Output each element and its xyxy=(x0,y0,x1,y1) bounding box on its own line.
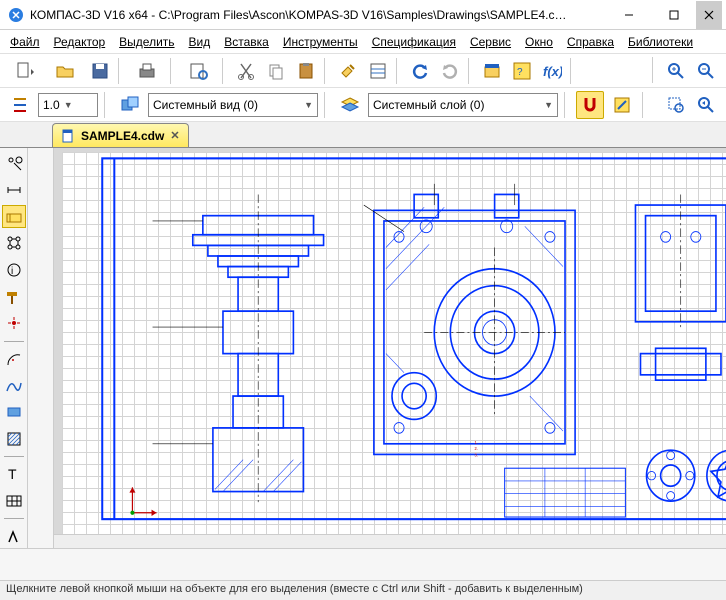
menu-select[interactable]: Выделить xyxy=(119,35,174,49)
print-button[interactable] xyxy=(128,57,166,85)
tool-text[interactable]: T xyxy=(2,463,26,486)
tool-hammer[interactable] xyxy=(2,285,26,308)
zoom-prev-button[interactable] xyxy=(692,91,720,119)
compact-panel[interactable] xyxy=(28,148,54,548)
copy-button[interactable] xyxy=(262,57,290,85)
tool-designate[interactable]: i xyxy=(2,259,26,282)
library-manager-button[interactable] xyxy=(478,57,506,85)
svg-text:T: T xyxy=(8,466,17,482)
tool-edit[interactable] xyxy=(2,232,26,255)
menu-file[interactable]: Файл xyxy=(10,35,40,49)
zoom-window-button[interactable] xyxy=(662,91,690,119)
minimize-button[interactable] xyxy=(606,1,651,29)
zoom-out-button[interactable] xyxy=(692,57,720,85)
window-title: КОМПАС-3D V16 x64 - C:\Program Files\Asc… xyxy=(30,8,570,22)
properties-button[interactable] xyxy=(364,57,392,85)
menu-help[interactable]: Справка xyxy=(567,35,614,49)
tool-roughness[interactable] xyxy=(2,525,26,548)
tool-geometry[interactable] xyxy=(2,205,26,228)
property-panel[interactable] xyxy=(0,548,726,580)
open-button[interactable] xyxy=(46,57,84,85)
menu-libraries[interactable]: Библиотеки xyxy=(628,35,693,49)
menu-view[interactable]: Вид xyxy=(189,35,211,49)
tool-arc[interactable] xyxy=(2,348,26,371)
menu-window[interactable]: Окно xyxy=(525,35,553,49)
fx-button[interactable]: f(x) xyxy=(538,57,566,85)
menu-insert[interactable]: Вставка xyxy=(224,35,269,49)
snap-toggle[interactable] xyxy=(576,91,604,119)
cut-button[interactable] xyxy=(232,57,260,85)
layer-combo[interactable]: Системный слой (0)▼ xyxy=(368,93,558,117)
close-button[interactable] xyxy=(696,1,722,29)
tool-rect[interactable] xyxy=(2,401,26,424)
close-tab-icon[interactable]: ✕ xyxy=(170,129,179,142)
svg-text:?: ? xyxy=(517,67,523,78)
svg-text:2.: 2. xyxy=(474,446,477,451)
maximize-button[interactable] xyxy=(651,1,696,29)
undo-button[interactable] xyxy=(406,57,434,85)
paste-button[interactable] xyxy=(292,57,320,85)
tool-dimension[interactable] xyxy=(2,179,26,202)
drawing-canvas[interactable]: 1. 2. 3. xyxy=(54,148,726,548)
menu-spec[interactable]: Спецификация xyxy=(372,35,456,49)
new-button[interactable] xyxy=(6,57,44,85)
status-bar: Щелкните левой кнопкой мыши на объекте д… xyxy=(0,580,726,600)
tool-point[interactable] xyxy=(2,312,26,335)
svg-text:i: i xyxy=(11,266,13,277)
menu-edit[interactable]: Редактор xyxy=(54,35,106,49)
document-icon xyxy=(61,129,75,143)
menu-service[interactable]: Сервис xyxy=(470,35,511,49)
tool-select[interactable] xyxy=(2,152,26,175)
app-icon xyxy=(8,7,24,23)
tool-spline[interactable] xyxy=(2,374,26,397)
tool-hatch[interactable] xyxy=(2,428,26,451)
view-combo[interactable]: Системный вид (0)▼ xyxy=(148,93,318,117)
states-button[interactable] xyxy=(6,91,34,119)
tool-table[interactable] xyxy=(2,490,26,513)
zoom-in-button[interactable] xyxy=(662,57,690,85)
svg-text:3.: 3. xyxy=(474,452,477,457)
redo-button[interactable] xyxy=(436,57,464,85)
save-button[interactable] xyxy=(86,57,114,85)
horizontal-scrollbar[interactable] xyxy=(54,534,726,548)
variables-button[interactable]: ? xyxy=(508,57,536,85)
menu-tools[interactable]: Инструменты xyxy=(283,35,358,49)
view-manager-button[interactable] xyxy=(116,91,144,119)
document-tab-label: SAMPLE4.cdw xyxy=(81,129,164,143)
format-painter-button[interactable] xyxy=(334,57,362,85)
svg-text:1.: 1. xyxy=(474,440,477,445)
scale-combo[interactable]: 1.0▼ xyxy=(38,93,98,117)
svg-text:f(x): f(x) xyxy=(543,64,562,79)
preview-button[interactable] xyxy=(180,57,218,85)
parametric-toggle[interactable] xyxy=(608,91,636,119)
layer-manager-button[interactable] xyxy=(336,91,364,119)
document-tab[interactable]: SAMPLE4.cdw ✕ xyxy=(52,123,189,147)
